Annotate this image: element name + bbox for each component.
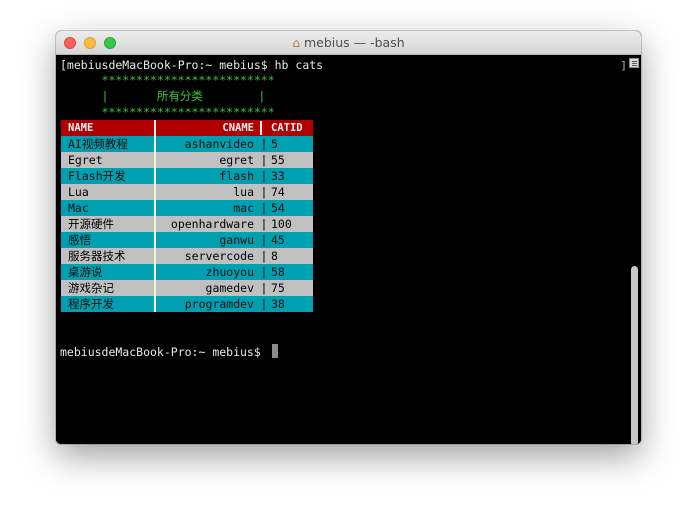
cell-catid: 8 [271, 249, 278, 263]
table-row: Egret egret | 55 [61, 152, 313, 168]
table-row: 感悟 ganwu | 45 [61, 232, 313, 248]
header-name: NAME [68, 122, 94, 134]
shell-prompt: mebiusdeMacBook-Pro:~ mebius$ [60, 345, 268, 359]
window-title: ⌂ mebius — -bash [56, 31, 641, 55]
cell-separator: | [260, 169, 268, 183]
cell-separator: | [260, 217, 268, 231]
banner-top: ************************* [60, 73, 275, 87]
table-row: Flash开发 flash | 33 [61, 168, 313, 184]
window-title-text: mebius — -bash [303, 35, 405, 50]
table-row: 游戏杂记 gamedev | 75 [61, 280, 313, 296]
cell-catid: 74 [271, 185, 285, 199]
header-catid: CATID [271, 122, 303, 134]
cell-name: 游戏杂记 [68, 281, 114, 295]
cell-catid: 38 [271, 297, 285, 311]
cell-cname: programdev [184, 297, 254, 311]
cell-cname: ganwu [219, 233, 254, 247]
table-row: 桌游说 zhuoyou | 58 [61, 264, 313, 280]
command-line: [mebiusdeMacBook-Pro:~ mebius$ hb cats [60, 58, 324, 72]
categories-table: NAME CNAME CATID AI视频教程 ashanvideo | 5 E… [61, 120, 313, 312]
header-cname: CNAME [222, 122, 254, 134]
cell-name: Flash开发 [68, 169, 126, 183]
title-bar[interactable]: ⌂ mebius — -bash [56, 31, 641, 55]
table-header: NAME CNAME CATID [61, 120, 313, 136]
banner-title: | 所有分类 | [60, 89, 266, 103]
cell-name: Egret [68, 153, 103, 167]
cell-catid: 33 [271, 169, 285, 183]
cell-name: Lua [68, 185, 89, 199]
cell-separator: | [260, 281, 268, 295]
cell-cname: ashanvideo [184, 137, 254, 151]
cell-separator: | [260, 233, 268, 247]
cell-separator: | [260, 201, 268, 215]
terminal-content[interactable]: [mebiusdeMacBook-Pro:~ mebius$ hb cats ]… [56, 56, 641, 444]
scroll-bracket: ] [620, 59, 627, 72]
cell-catid: 5 [271, 137, 278, 151]
cell-cname: servercode [184, 249, 254, 263]
cell-name: 桌游说 [68, 265, 103, 279]
table-row: 开源硬件 openhardware | 100 [61, 216, 313, 232]
cell-separator: | [260, 297, 268, 311]
header-divider [260, 121, 262, 135]
cell-name: AI视频教程 [68, 137, 128, 151]
home-icon: ⌂ [292, 36, 300, 50]
cell-separator: | [260, 185, 268, 199]
terminal-window: ⌂ mebius — -bash [mebiusdeMacBook-Pro:~ m… [56, 31, 641, 444]
cell-catid: 100 [271, 217, 292, 231]
cell-name: 感悟 [68, 233, 91, 247]
cell-catid: 75 [271, 281, 285, 295]
cell-catid: 54 [271, 201, 285, 215]
cell-separator: | [260, 265, 268, 279]
table-row: AI视频教程 ashanvideo | 5 [61, 136, 313, 152]
cell-cname: mac [233, 201, 254, 215]
cell-cname: egret [219, 153, 254, 167]
table-row: Mac mac | 54 [61, 200, 313, 216]
banner-bottom: ************************* [60, 105, 275, 119]
cell-separator: | [260, 153, 268, 167]
cell-cname: openhardware [170, 217, 254, 231]
text-cursor [272, 344, 278, 358]
cell-cname: lua [233, 185, 254, 199]
cell-name: 程序开发 [68, 297, 114, 311]
cell-cname: gamedev [205, 281, 254, 295]
cell-catid: 55 [271, 153, 285, 167]
table-row: Lua lua | 74 [61, 184, 313, 200]
cell-separator: | [260, 137, 268, 151]
cell-name: 服务器技术 [68, 249, 126, 263]
scrollbar-thumb[interactable] [631, 266, 638, 444]
cell-name: 开源硬件 [68, 217, 114, 231]
table-row: 服务器技术 servercode | 8 [61, 248, 313, 264]
scroll-lines-icon[interactable] [629, 58, 639, 68]
cell-cname: zhuoyou [205, 265, 254, 279]
table-row: 程序开发 programdev | 38 [61, 296, 313, 312]
cell-name: Mac [68, 201, 89, 215]
cell-catid: 45 [271, 233, 285, 247]
cell-catid: 58 [271, 265, 285, 279]
cell-separator: | [260, 249, 268, 263]
cell-cname: flash [219, 169, 254, 183]
